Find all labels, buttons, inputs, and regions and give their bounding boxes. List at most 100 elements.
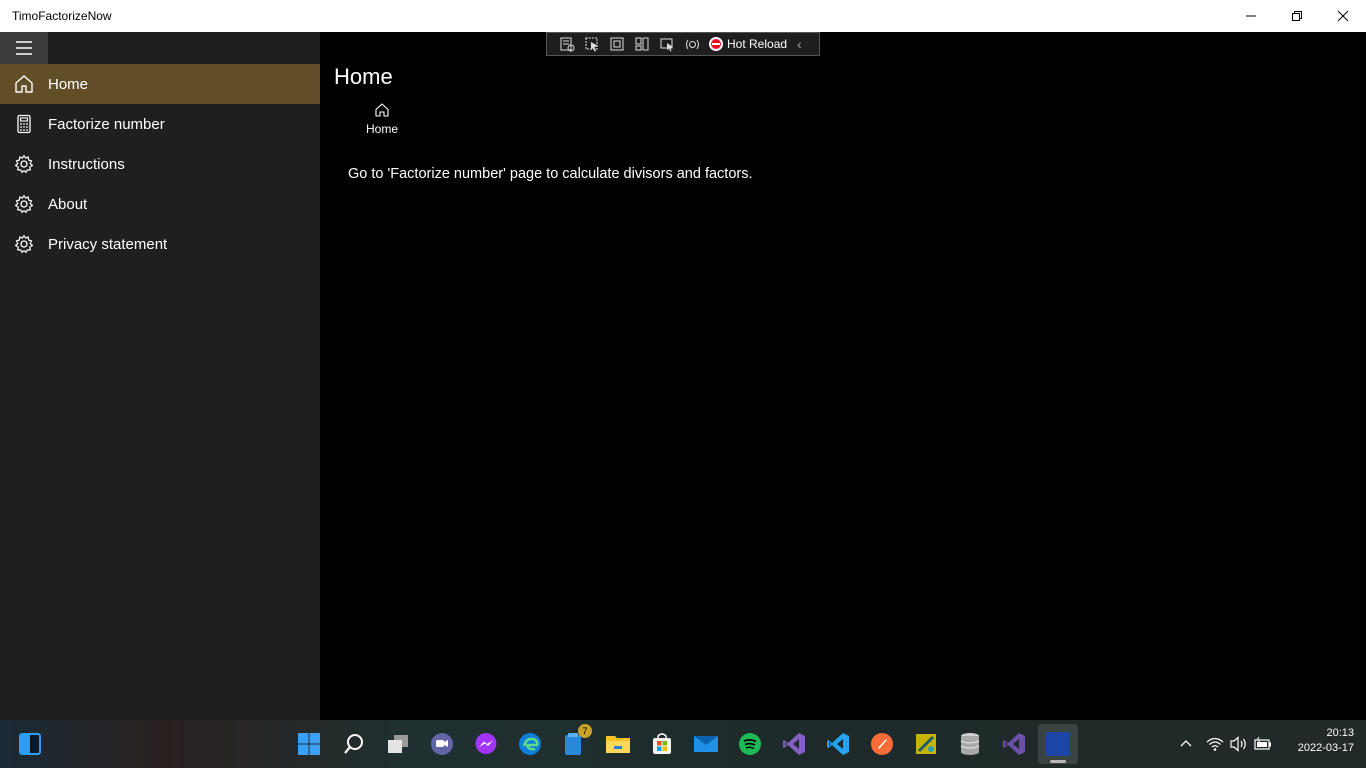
clock-time: 20:13 — [1326, 727, 1354, 739]
visual-studio-preview-icon — [1003, 733, 1025, 755]
task-view-button[interactable] — [382, 728, 414, 760]
home-icon — [375, 103, 389, 117]
gear-icon — [0, 184, 48, 224]
title-bar: TimoFactorizeNow — [0, 0, 1366, 32]
visual-studio-button[interactable] — [778, 728, 810, 760]
layout-adorners-icon — [610, 37, 624, 50]
nav-item-about[interactable]: About — [0, 184, 320, 224]
widgets-button[interactable] — [14, 728, 46, 760]
page-description: Go to 'Factorize number' page to calcula… — [348, 166, 753, 182]
sketch-tool-icon — [916, 734, 936, 754]
clock-date: 2022-03-17 — [1297, 742, 1354, 754]
hot-reload-button[interactable]: Hot Reload — [709, 37, 787, 51]
track-focused-element-button[interactable] — [630, 33, 655, 55]
hot-reload-wave-icon — [686, 39, 699, 49]
database-button[interactable] — [954, 728, 986, 760]
mail-icon — [694, 736, 718, 752]
vscode-icon — [827, 733, 849, 755]
visual-tree-icon — [560, 37, 575, 51]
messenger-icon — [475, 733, 497, 754]
live-visual-tree-button[interactable] — [555, 33, 580, 55]
battery-button[interactable] — [1254, 720, 1272, 768]
taskbar — [0, 720, 1366, 768]
binding-icon — [660, 38, 673, 51]
teams-chat-button[interactable] — [426, 728, 458, 760]
active-app-indicator — [1050, 760, 1066, 763]
navigation-pane: Home Factorize number Instructions About… — [0, 32, 320, 720]
nav-item-label: Factorize number — [48, 115, 165, 133]
hot-reload-label: Hot Reload — [727, 37, 788, 51]
nav-item-label: Privacy statement — [48, 235, 168, 253]
visual-studio-preview-button[interactable] — [998, 728, 1030, 760]
sketch-tool-button[interactable] — [910, 728, 942, 760]
todo-badge: 7 — [578, 724, 592, 738]
store-icon — [653, 733, 671, 754]
track-focus-icon — [635, 37, 649, 50]
network-button[interactable] — [1206, 720, 1224, 768]
gear-icon — [0, 144, 48, 184]
messenger-button[interactable] — [470, 728, 502, 760]
calculator-icon — [0, 104, 48, 144]
timofactorizenow-taskbar-button[interactable] — [1038, 724, 1078, 764]
minimize-icon — [1246, 15, 1256, 17]
nav-item-instructions[interactable]: Instructions — [0, 144, 320, 184]
visual-studio-icon — [783, 733, 805, 755]
select-element-button[interactable] — [580, 33, 605, 55]
vscode-button[interactable] — [822, 728, 854, 760]
hamburger-icon — [16, 41, 32, 55]
teams-chat-icon — [431, 733, 453, 755]
binding-failures-button[interactable] — [655, 33, 680, 55]
volume-button[interactable] — [1230, 720, 1248, 768]
app-window: TimoFactorizeNow Home Factorize number I… — [0, 0, 1366, 768]
task-view-icon — [388, 735, 408, 753]
database-icon — [960, 733, 980, 755]
gear-icon — [0, 224, 48, 264]
restore-icon — [1292, 11, 1302, 21]
search-button[interactable] — [338, 728, 370, 760]
widgets-icon — [19, 733, 41, 755]
battery-charging-icon — [1254, 736, 1271, 750]
nav-item-factorize-number[interactable]: Factorize number — [0, 104, 320, 144]
content-area: Home Home Go to 'Factorize number' page … — [320, 32, 1366, 720]
restore-button[interactable] — [1274, 0, 1320, 32]
nav-item-label: About — [48, 195, 88, 213]
start-icon — [298, 733, 320, 755]
microsoft-store-button[interactable] — [646, 728, 678, 760]
nav-item-label: Instructions — [48, 155, 125, 173]
file-explorer-button[interactable] — [602, 728, 634, 760]
window-controls — [1228, 0, 1366, 32]
file-explorer-icon — [606, 736, 630, 753]
close-icon — [1337, 10, 1349, 22]
edge-button[interactable] — [514, 728, 546, 760]
home-icon — [0, 64, 48, 104]
minimize-button[interactable] — [1228, 0, 1274, 32]
hot-reload-status-button[interactable] — [680, 33, 705, 55]
breadcrumb-label: Home — [365, 122, 398, 136]
close-button[interactable] — [1320, 0, 1366, 32]
xaml-debug-toolbar: Hot Reload ‹ — [546, 32, 820, 56]
window-title: TimoFactorizeNow — [12, 9, 112, 23]
speaker-icon — [1230, 736, 1246, 752]
display-layout-adorners-button[interactable] — [605, 33, 630, 55]
nav-item-privacy-statement[interactable]: Privacy statement — [0, 224, 320, 264]
nav-item-home[interactable]: Home — [0, 64, 320, 104]
spotify-icon — [739, 733, 761, 755]
show-hidden-icons-button[interactable] — [1178, 720, 1194, 768]
edge-icon — [519, 733, 541, 755]
wifi-icon — [1206, 737, 1224, 751]
mail-button[interactable] — [690, 728, 722, 760]
home-breadcrumb-button[interactable]: Home — [360, 102, 404, 142]
hamburger-button[interactable] — [0, 32, 48, 64]
collapse-toolbar-chevron-icon[interactable]: ‹ — [797, 36, 802, 52]
start-button[interactable] — [293, 728, 325, 760]
select-cursor-icon — [585, 37, 598, 51]
hot-reload-stop-icon — [709, 37, 723, 51]
todo-button[interactable]: 7 — [558, 724, 592, 760]
spotify-button[interactable] — [734, 728, 766, 760]
taskbar-clock[interactable]: 20:13 2022-03-17 — [1278, 726, 1354, 756]
postman-icon — [871, 733, 893, 755]
chevron-up-icon — [1180, 740, 1192, 747]
page-title: Home — [334, 64, 393, 89]
postman-button[interactable] — [866, 728, 898, 760]
timofactorizenow-app-icon — [1046, 732, 1070, 756]
